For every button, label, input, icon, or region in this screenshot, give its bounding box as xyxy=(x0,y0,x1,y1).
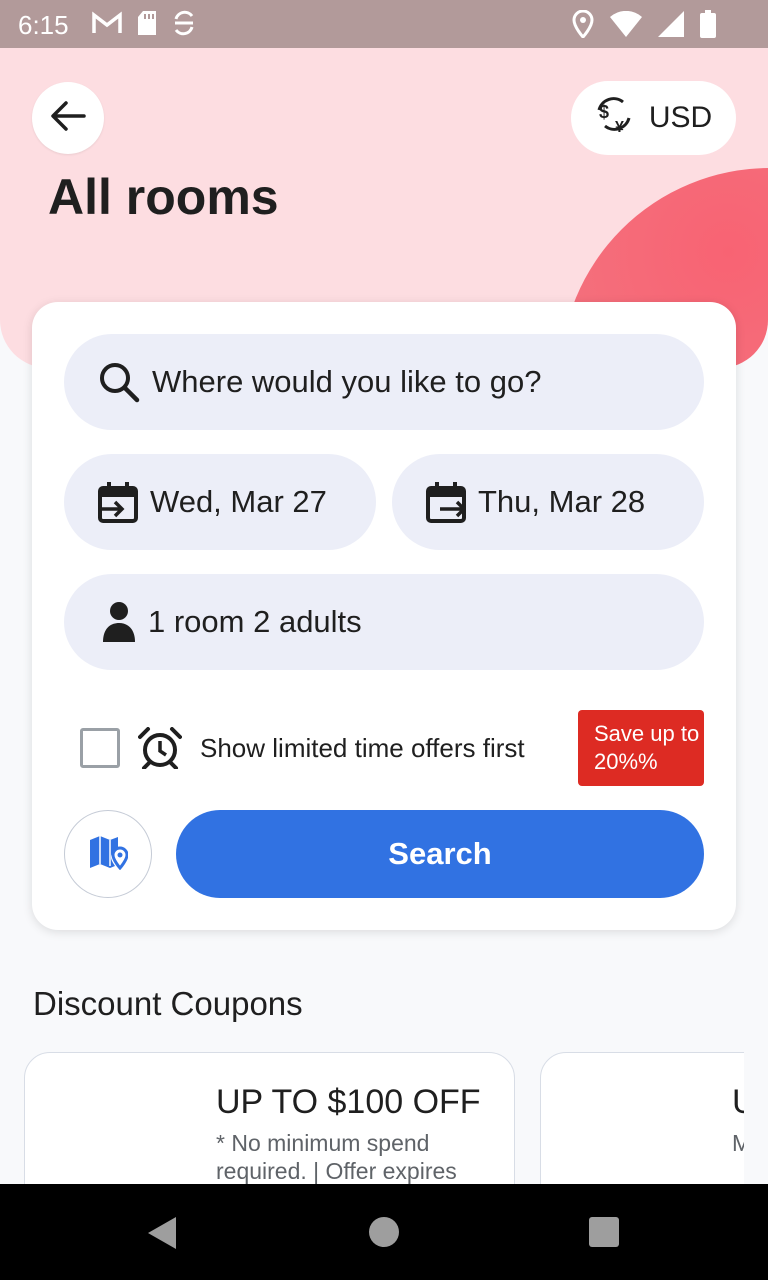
destination-search-field[interactable]: Where would you like to go? xyxy=(64,334,704,430)
status-time: 6:15 xyxy=(18,10,69,40)
status-right-icons xyxy=(572,9,716,43)
currency-exchange-icon: $ ¥ xyxy=(595,94,633,142)
limited-offers-row: Show limited time offers first Save up t… xyxy=(80,710,704,786)
sd-card-icon xyxy=(136,10,158,41)
page-title: All rooms xyxy=(48,169,279,225)
nav-home-icon[interactable] xyxy=(369,1217,399,1247)
nav-recents-icon[interactable] xyxy=(589,1217,619,1247)
check-in-date-button[interactable]: Wed, Mar 27 xyxy=(64,454,376,550)
map-location-icon xyxy=(88,834,129,875)
guests-selector[interactable]: 1 room 2 adults xyxy=(64,574,704,670)
currency-button[interactable]: $ ¥ USD xyxy=(571,81,736,155)
check-in-label: Wed, Mar 27 xyxy=(150,484,327,519)
search-icon xyxy=(98,361,140,403)
coupon-card[interactable]: UP TO $100 OFF * No minimum spend requir… xyxy=(24,1052,515,1184)
check-out-date-button[interactable]: Thu, Mar 28 xyxy=(392,454,704,550)
coupon-description: M e xyxy=(732,1130,744,1156)
gmail-icon xyxy=(92,11,122,40)
alarm-clock-icon xyxy=(138,727,182,769)
status-left-icons xyxy=(92,10,196,41)
search-button[interactable]: Search xyxy=(176,810,704,898)
status-bar: 6:15 xyxy=(0,0,768,48)
calendar-check-out-icon xyxy=(426,481,466,523)
coupon-title: UP TO $100 OFF xyxy=(216,1083,481,1121)
navigation-bar xyxy=(0,1184,768,1280)
calendar-check-in-icon xyxy=(98,481,138,523)
arrow-left-icon xyxy=(48,96,88,141)
wifi-icon xyxy=(610,10,642,42)
check-out-label: Thu, Mar 28 xyxy=(478,484,646,519)
battery-icon xyxy=(700,10,716,43)
currency-label: USD xyxy=(648,101,713,134)
nav-back-icon[interactable] xyxy=(146,1216,178,1255)
save-badge: Save up to 20%% xyxy=(578,710,704,786)
guests-label: 1 room 2 adults xyxy=(148,604,362,639)
search-card: Where would you like to go? Wed, Mar 27 … xyxy=(32,302,736,930)
signal-icon xyxy=(658,11,684,42)
limited-offers-label: Show limited time offers first xyxy=(200,732,525,763)
location-icon xyxy=(572,9,594,43)
coupon-description: * No minimum spend required. | Offer exp… xyxy=(216,1130,457,1184)
coupon-title: U xyxy=(732,1083,744,1122)
limited-offers-checkbox[interactable] xyxy=(80,728,120,768)
back-button[interactable] xyxy=(32,82,104,154)
discount-coupons-title: Discount Coupons xyxy=(33,985,303,1022)
destination-placeholder: Where would you like to go? xyxy=(152,364,542,399)
coupon-card[interactable]: U M e xyxy=(540,1052,744,1184)
map-view-button[interactable] xyxy=(64,810,152,898)
sync-icon xyxy=(172,10,196,41)
svg-text:$: $ xyxy=(599,102,609,122)
coupon-carousel[interactable]: UP TO $100 OFF * No minimum spend requir… xyxy=(0,1052,744,1184)
svg-text:¥: ¥ xyxy=(615,119,624,134)
person-icon xyxy=(102,601,136,643)
